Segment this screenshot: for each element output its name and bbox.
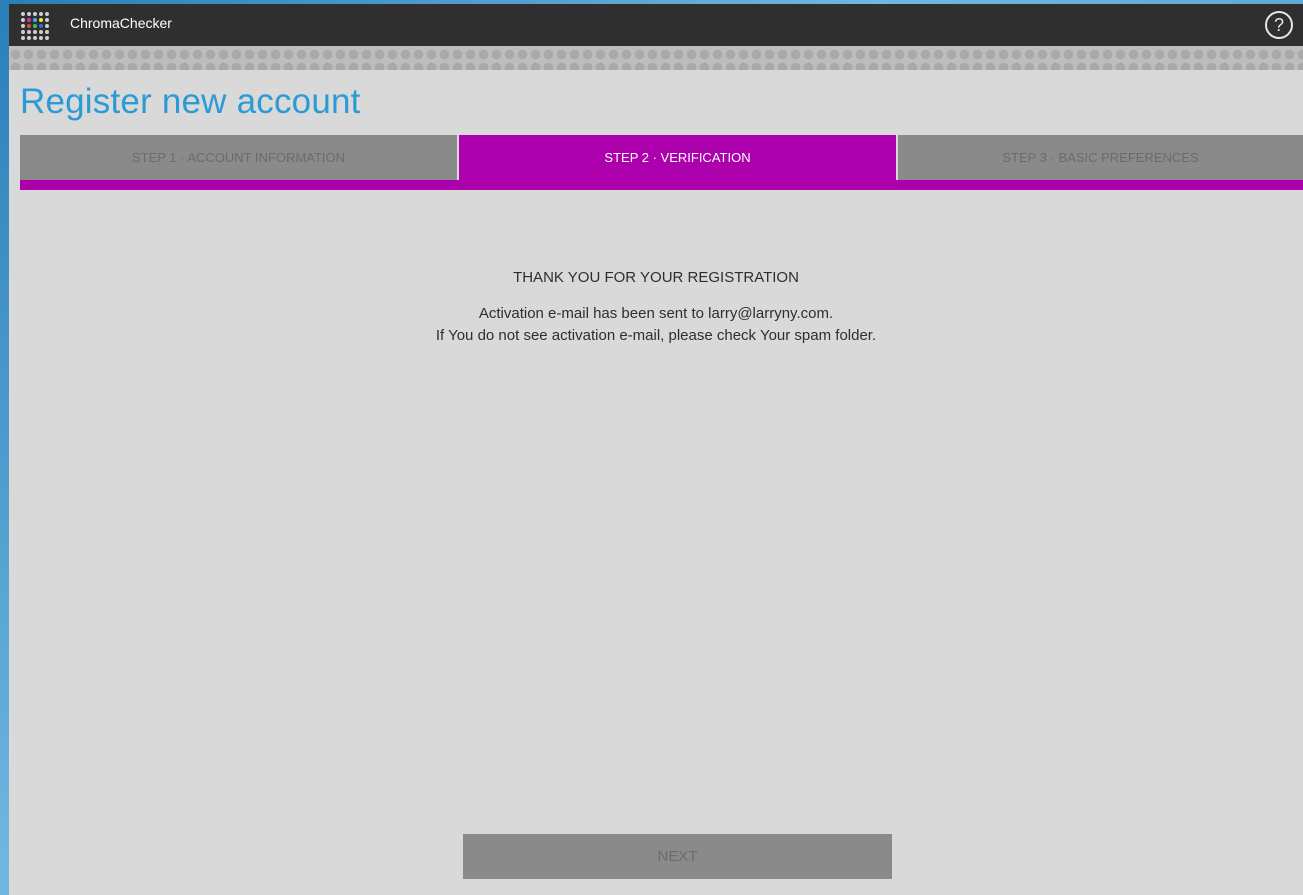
top-bar: ChromaChecker ? bbox=[9, 4, 1303, 46]
message-line-sent: Activation e-mail has been sent to larry… bbox=[478, 305, 834, 322]
page-title: Register new account bbox=[20, 82, 361, 121]
grid-dot bbox=[27, 24, 31, 28]
grid-dot bbox=[39, 30, 43, 34]
grid-dot bbox=[39, 18, 43, 22]
grid-dot bbox=[45, 24, 49, 28]
message-heading: THANK YOU FOR YOUR REGISTRATION bbox=[513, 269, 799, 286]
grid-dot bbox=[33, 30, 37, 34]
grid-dot bbox=[33, 12, 37, 16]
grid-dot bbox=[45, 18, 49, 22]
grid-dot bbox=[39, 12, 43, 16]
grid-dot bbox=[21, 30, 25, 34]
grid-dot bbox=[33, 24, 37, 28]
grid-dot bbox=[21, 18, 25, 22]
decorative-dots-strip bbox=[9, 46, 1303, 70]
step-account-information[interactable]: STEP 1 · ACCOUNT INFORMATION bbox=[20, 135, 457, 180]
registration-steps: STEP 1 · ACCOUNT INFORMATION STEP 2 · VE… bbox=[20, 135, 1303, 180]
app-grid-icon[interactable] bbox=[20, 11, 49, 40]
step-label: STEP 3 · BASIC PREFERENCES bbox=[1002, 150, 1199, 165]
grid-dot bbox=[39, 36, 43, 40]
step-label: STEP 1 · ACCOUNT INFORMATION bbox=[131, 150, 346, 165]
grid-dot bbox=[39, 24, 43, 28]
grid-dot bbox=[45, 12, 49, 16]
grid-dot bbox=[27, 12, 31, 16]
help-icon: ? bbox=[1273, 14, 1284, 35]
grid-dot bbox=[33, 18, 37, 22]
grid-dot bbox=[27, 30, 31, 34]
help-button[interactable]: ? bbox=[1265, 11, 1293, 39]
app-window: ChromaChecker ? Register new account STE… bbox=[9, 4, 1303, 895]
step-basic-preferences[interactable]: STEP 3 · BASIC PREFERENCES bbox=[898, 135, 1303, 180]
grid-dot bbox=[27, 36, 31, 40]
grid-dot bbox=[33, 36, 37, 40]
grid-dot bbox=[27, 18, 31, 22]
step-progress-bar bbox=[20, 180, 1303, 190]
grid-dot bbox=[21, 24, 25, 28]
grid-dot bbox=[21, 12, 25, 16]
grid-dot bbox=[45, 36, 49, 40]
registration-message: THANK YOU FOR YOUR REGISTRATION Activati… bbox=[9, 269, 1303, 347]
grid-dot bbox=[21, 36, 25, 40]
message-line-spam: If You do not see activation e-mail, ple… bbox=[435, 327, 877, 344]
app-title: ChromaChecker bbox=[70, 15, 172, 31]
step-label: STEP 2 · VERIFICATION bbox=[604, 150, 751, 165]
next-button[interactable]: NEXT bbox=[463, 834, 892, 879]
grid-dot bbox=[45, 30, 49, 34]
step-verification[interactable]: STEP 2 · VERIFICATION bbox=[459, 135, 896, 180]
